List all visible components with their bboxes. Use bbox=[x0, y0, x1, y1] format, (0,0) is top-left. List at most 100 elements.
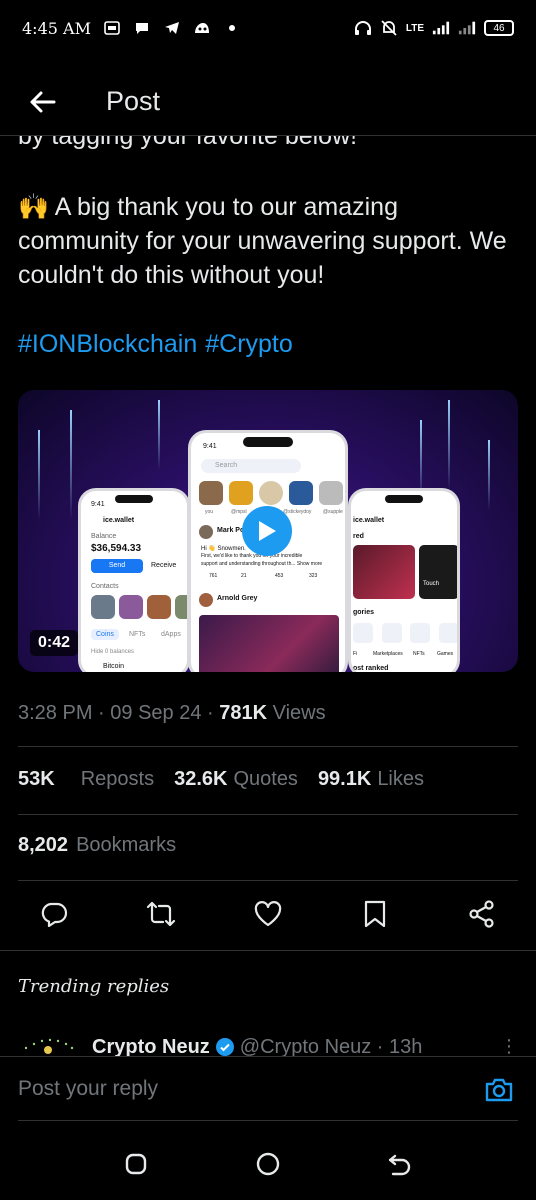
touch-label: Touch bbox=[423, 581, 440, 587]
views-label: Views bbox=[272, 702, 326, 724]
back-nav-button[interactable] bbox=[380, 1144, 420, 1184]
recents-icon bbox=[125, 1153, 147, 1175]
sim-card-icon bbox=[103, 20, 121, 36]
camera-button[interactable] bbox=[484, 1076, 514, 1106]
likes-label: Likes bbox=[377, 768, 425, 790]
phone-mockup-wallet: 9:41 ice.wallet Balance $36,594.33 Send … bbox=[78, 488, 190, 672]
share-button[interactable] bbox=[464, 894, 500, 934]
phone-time: 9:41 bbox=[203, 443, 217, 450]
like-icon bbox=[254, 901, 282, 927]
video-media[interactable]: 9:41 ice.wallet Balance $36,594.33 Send … bbox=[18, 390, 518, 672]
back-nav-icon bbox=[388, 1154, 411, 1176]
category-item: Marketplaces bbox=[373, 651, 403, 657]
receive-button: Receive bbox=[151, 562, 177, 569]
wallet-app-name: ice.wallet bbox=[353, 517, 385, 524]
reposts-label: Reposts bbox=[80, 768, 155, 790]
post-stat: 323 bbox=[309, 573, 318, 579]
contacts-label: Contacts bbox=[91, 583, 119, 590]
post-line: Hi 👋 Snowmen. bbox=[201, 546, 246, 552]
bookmark-button[interactable] bbox=[357, 894, 393, 934]
category-item: Fi bbox=[353, 651, 358, 657]
like-button[interactable] bbox=[250, 894, 286, 934]
divider bbox=[0, 950, 536, 951]
recents-button[interactable] bbox=[116, 1144, 156, 1184]
raised-hands-emoji: 🙌 bbox=[18, 193, 50, 221]
category-item: Games bbox=[437, 651, 454, 657]
post-line: First, we'd like to thank you for your i… bbox=[201, 553, 303, 559]
bookmarks-count: 8,202 bbox=[18, 834, 69, 856]
search-field: Search bbox=[201, 459, 301, 473]
reply-item[interactable]: Crypto Neuz @Crypto Neuz · 13h ⋮ bbox=[18, 1034, 518, 1056]
reply-icon bbox=[41, 902, 68, 927]
category-item: NFTs bbox=[413, 651, 425, 657]
balance-value: $36,594.33 bbox=[91, 543, 142, 554]
chat-bubble-icon bbox=[133, 20, 151, 36]
quotes-label: Quotes bbox=[233, 768, 298, 790]
quotes-stat[interactable]: 32.6K Quotes bbox=[174, 768, 298, 791]
bookmarks-stat[interactable]: 8,202 Bookmarks bbox=[18, 834, 176, 857]
most-ranked-label: ost ranked bbox=[353, 665, 389, 672]
more-options-icon[interactable]: ⋮ bbox=[500, 1036, 518, 1056]
post-author: Arnold Grey bbox=[217, 595, 258, 602]
telegram-icon bbox=[163, 20, 181, 36]
post-stat: 453 bbox=[275, 573, 284, 579]
post-body: 🙌 A big thank you to our amazing communi… bbox=[18, 190, 523, 292]
play-button[interactable] bbox=[242, 506, 292, 556]
verified-icon bbox=[215, 1038, 234, 1056]
divider bbox=[18, 814, 518, 815]
trending-replies-label[interactable]: Trending replies bbox=[18, 976, 169, 997]
reply-button[interactable] bbox=[36, 894, 72, 934]
post-body-text: A big thank you to our amazing community… bbox=[18, 193, 507, 289]
divider bbox=[18, 1120, 518, 1121]
light-streak bbox=[448, 400, 450, 490]
likes-count: 99.1K bbox=[317, 768, 372, 790]
status-time: 4:45 AM bbox=[22, 18, 91, 38]
reply-input[interactable] bbox=[18, 1064, 458, 1114]
story-name: @stickeydoy bbox=[283, 509, 312, 515]
play-icon bbox=[259, 521, 276, 541]
reposts-count: 53K bbox=[18, 768, 55, 790]
likes-stat[interactable]: 99.1K Likes bbox=[318, 768, 424, 791]
send-button: Send bbox=[91, 559, 143, 573]
home-button[interactable] bbox=[248, 1144, 288, 1184]
status-bar: 4:45 AM LTE 46 bbox=[0, 0, 536, 56]
headphones-icon bbox=[354, 20, 372, 36]
post-meta: 3:28 PM · 09 Sep 24 · 781K Views bbox=[18, 702, 326, 724]
wallet-app-name: ice.wallet bbox=[103, 517, 135, 524]
post-author: Mark Po bbox=[217, 527, 245, 534]
mute-bell-icon bbox=[380, 20, 398, 36]
light-streak bbox=[70, 410, 72, 520]
reply-author-handle: @Crypto Neuz · 13h bbox=[239, 1036, 423, 1056]
post-time: 3:28 PM bbox=[18, 702, 93, 724]
phone-time: 9:41 bbox=[91, 501, 105, 508]
engagement-stats: 53K Reposts 32.6K Quotes 99.1K Likes bbox=[18, 768, 434, 791]
repost-button[interactable] bbox=[143, 894, 179, 934]
story-name: @supple bbox=[323, 509, 343, 515]
light-streak bbox=[38, 430, 40, 520]
signal-weak-icon bbox=[458, 20, 476, 36]
hashtag-link[interactable]: #IONBlockchain bbox=[18, 330, 197, 359]
hashtag-link[interactable]: #Crypto bbox=[205, 330, 293, 359]
reply-avatar[interactable] bbox=[18, 1034, 78, 1056]
nfts-tab: NFTs bbox=[129, 631, 146, 638]
bookmarks-label: Bookmarks bbox=[76, 834, 177, 856]
hashtag-list: #IONBlockchain #Crypto bbox=[18, 330, 293, 359]
network-type: LTE bbox=[405, 22, 424, 34]
action-bar bbox=[36, 894, 500, 934]
featured-label: red bbox=[353, 533, 364, 540]
light-streak bbox=[158, 400, 160, 470]
signal-icon bbox=[432, 20, 450, 36]
views-count: 781K bbox=[219, 702, 268, 724]
bitcoin-row: Bitcoin bbox=[103, 663, 125, 670]
video-duration: 0:42 bbox=[30, 630, 79, 656]
dot-icon bbox=[223, 20, 241, 36]
back-button[interactable] bbox=[24, 84, 60, 120]
back-arrow-icon bbox=[30, 91, 56, 112]
post-date: 09 Sep 24 bbox=[110, 702, 202, 724]
coins-tab: Coins bbox=[91, 629, 119, 640]
camera-icon bbox=[485, 1078, 513, 1102]
reposts-stat[interactable]: 53K Reposts bbox=[18, 768, 154, 791]
divider bbox=[18, 880, 518, 881]
repost-icon bbox=[146, 901, 176, 927]
battery-icon: 46 bbox=[484, 20, 514, 36]
